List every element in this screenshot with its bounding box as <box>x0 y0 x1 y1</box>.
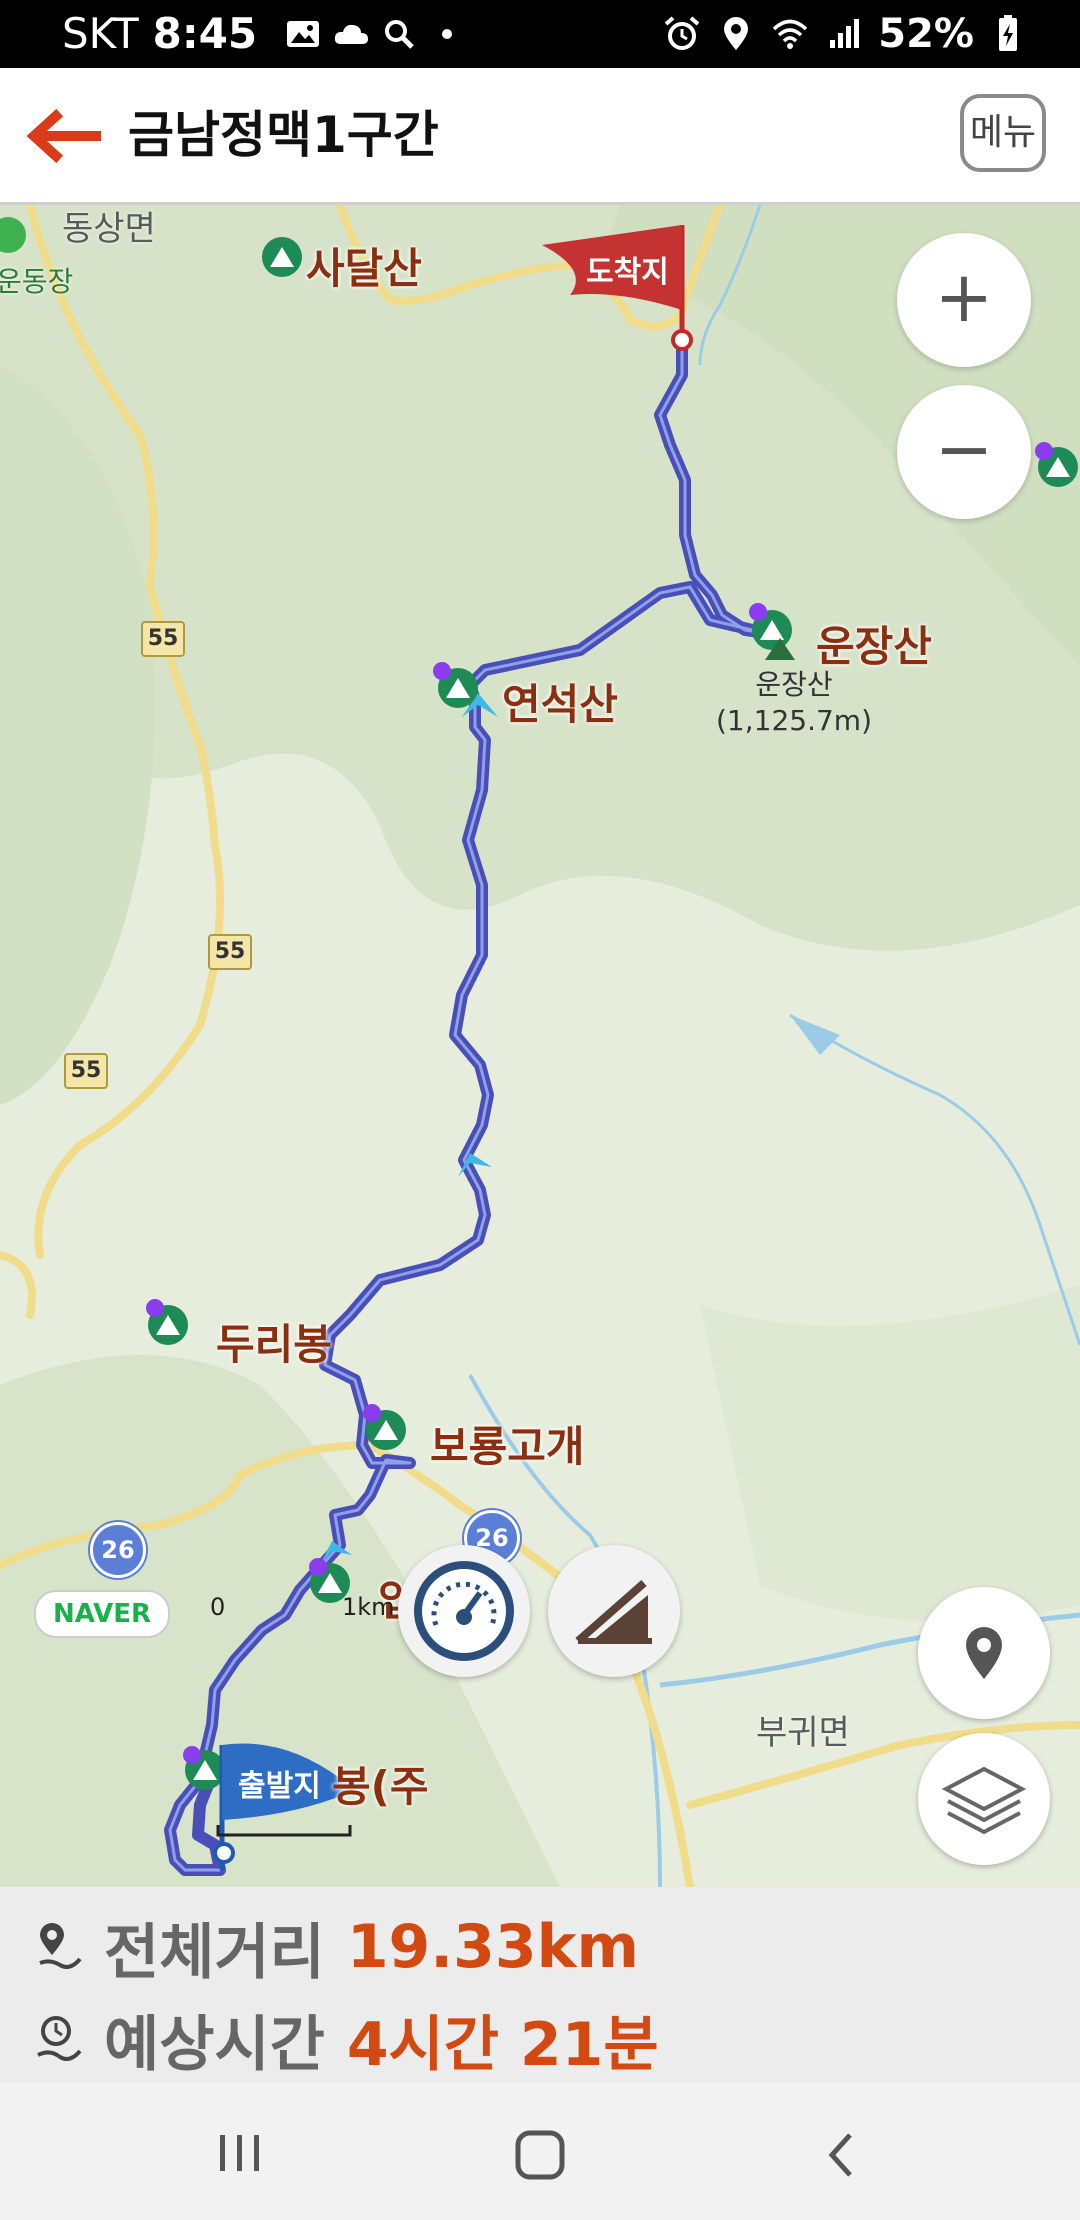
alarm-icon <box>664 16 700 50</box>
road-shield: 55 <box>64 1053 108 1089</box>
time-icon <box>37 2016 82 2061</box>
scale-zero-label: 0 <box>210 1593 226 1621</box>
finish-flag-label: 도착지 <box>586 255 669 290</box>
battery-icon <box>999 15 1017 51</box>
area-label: 부귀면 <box>756 1713 850 1753</box>
elevation-profile-icon <box>575 1579 652 1645</box>
road-shield: 55 <box>141 621 185 657</box>
peak-label-start[interactable]: 봉(주 <box>332 1753 428 1814</box>
peak-label-unjangsan[interactable]: 운장산 <box>816 613 932 674</box>
speedometer-icon <box>414 1561 514 1661</box>
summit-elevation: (1,125.7m) <box>716 704 872 737</box>
page-title: 금남정맥1구간 <box>128 106 439 164</box>
summit-info: 운장산 (1,125.7m) <box>716 667 872 739</box>
image-icon <box>287 21 320 47</box>
zoom-in-button[interactable]: + <box>897 233 1031 367</box>
battery-percent: 52% <box>878 11 974 57</box>
summit-name: 운장산 <box>755 668 833 701</box>
start-flag-label: 출발지 <box>238 1769 321 1804</box>
peak-label-yeonseoksan[interactable]: 연석산 <box>502 671 618 732</box>
road-shield: 55 <box>208 934 252 970</box>
time-value: 4시간 21분 <box>346 2009 659 2080</box>
time-row: 예상시간 4시간 21분 <box>30 1999 659 2080</box>
zoom-out-button[interactable]: − <box>897 385 1031 519</box>
peak-label-boryonggogae[interactable]: 보룡고개 <box>430 1413 585 1474</box>
status-bar: SKT 8:45 52% <box>0 0 1080 68</box>
route-summary: 전체거리 19.33km 예상시간 4시간 21분 <box>0 1887 1080 2083</box>
peak-label-duribong[interactable]: 두리봉 <box>216 1311 332 1372</box>
app-header: 금남정맥1구간 메뉴 <box>0 68 1080 205</box>
status-right: 52% <box>662 8 1028 60</box>
distance-value: 19.33km <box>346 1912 640 1982</box>
back-icon[interactable] <box>820 2131 864 2179</box>
system-nav-bar <box>0 2083 1080 2220</box>
dot-icon <box>442 29 453 39</box>
distance-icon <box>39 1923 82 1969</box>
naver-logo: NAVER <box>34 1590 170 1638</box>
my-location-button[interactable] <box>918 1587 1050 1719</box>
speed-button[interactable] <box>398 1545 530 1677</box>
status-left: SKT 8:45 <box>62 8 467 60</box>
time-label: 예상시간 <box>104 2009 325 2080</box>
search-icon <box>385 20 414 49</box>
map-scale: 0 1km <box>210 1593 395 1633</box>
recent-apps-icon[interactable] <box>210 2131 270 2175</box>
elevation-button[interactable] <box>548 1545 680 1677</box>
map-view[interactable]: 사달산 운장산 연석산 두리봉 보룡고개 입봉 봉(주 동상면 운동장 부귀면 … <box>0 205 1080 1887</box>
signal-icon <box>830 19 860 48</box>
status-time: 8:45 <box>152 9 258 58</box>
layers-icon <box>941 1766 1027 1835</box>
arrow-left-icon[interactable] <box>22 106 102 166</box>
forest-area <box>700 1285 1080 1621</box>
national-route-badge: 26 <box>90 1522 146 1578</box>
carrier-label: SKT <box>62 9 139 58</box>
location-icon <box>724 17 749 50</box>
menu-button[interactable]: 메뉴 <box>960 94 1046 172</box>
peak-label-sadalsan[interactable]: 사달산 <box>306 235 422 296</box>
layers-button[interactable] <box>918 1733 1050 1865</box>
location-pin-icon <box>966 1627 1002 1679</box>
distance-label: 전체거리 <box>104 1917 325 1988</box>
scale-km-label: 1km <box>342 1593 395 1621</box>
mountain-icon[interactable] <box>262 237 302 277</box>
cloud-icon <box>334 24 369 44</box>
area-label: 동상면 <box>62 209 156 249</box>
wifi-icon <box>773 19 808 49</box>
area-label: 운동장 <box>0 265 74 298</box>
home-icon[interactable] <box>512 2127 568 2183</box>
distance-row: 전체거리 19.33km <box>30 1907 640 1988</box>
